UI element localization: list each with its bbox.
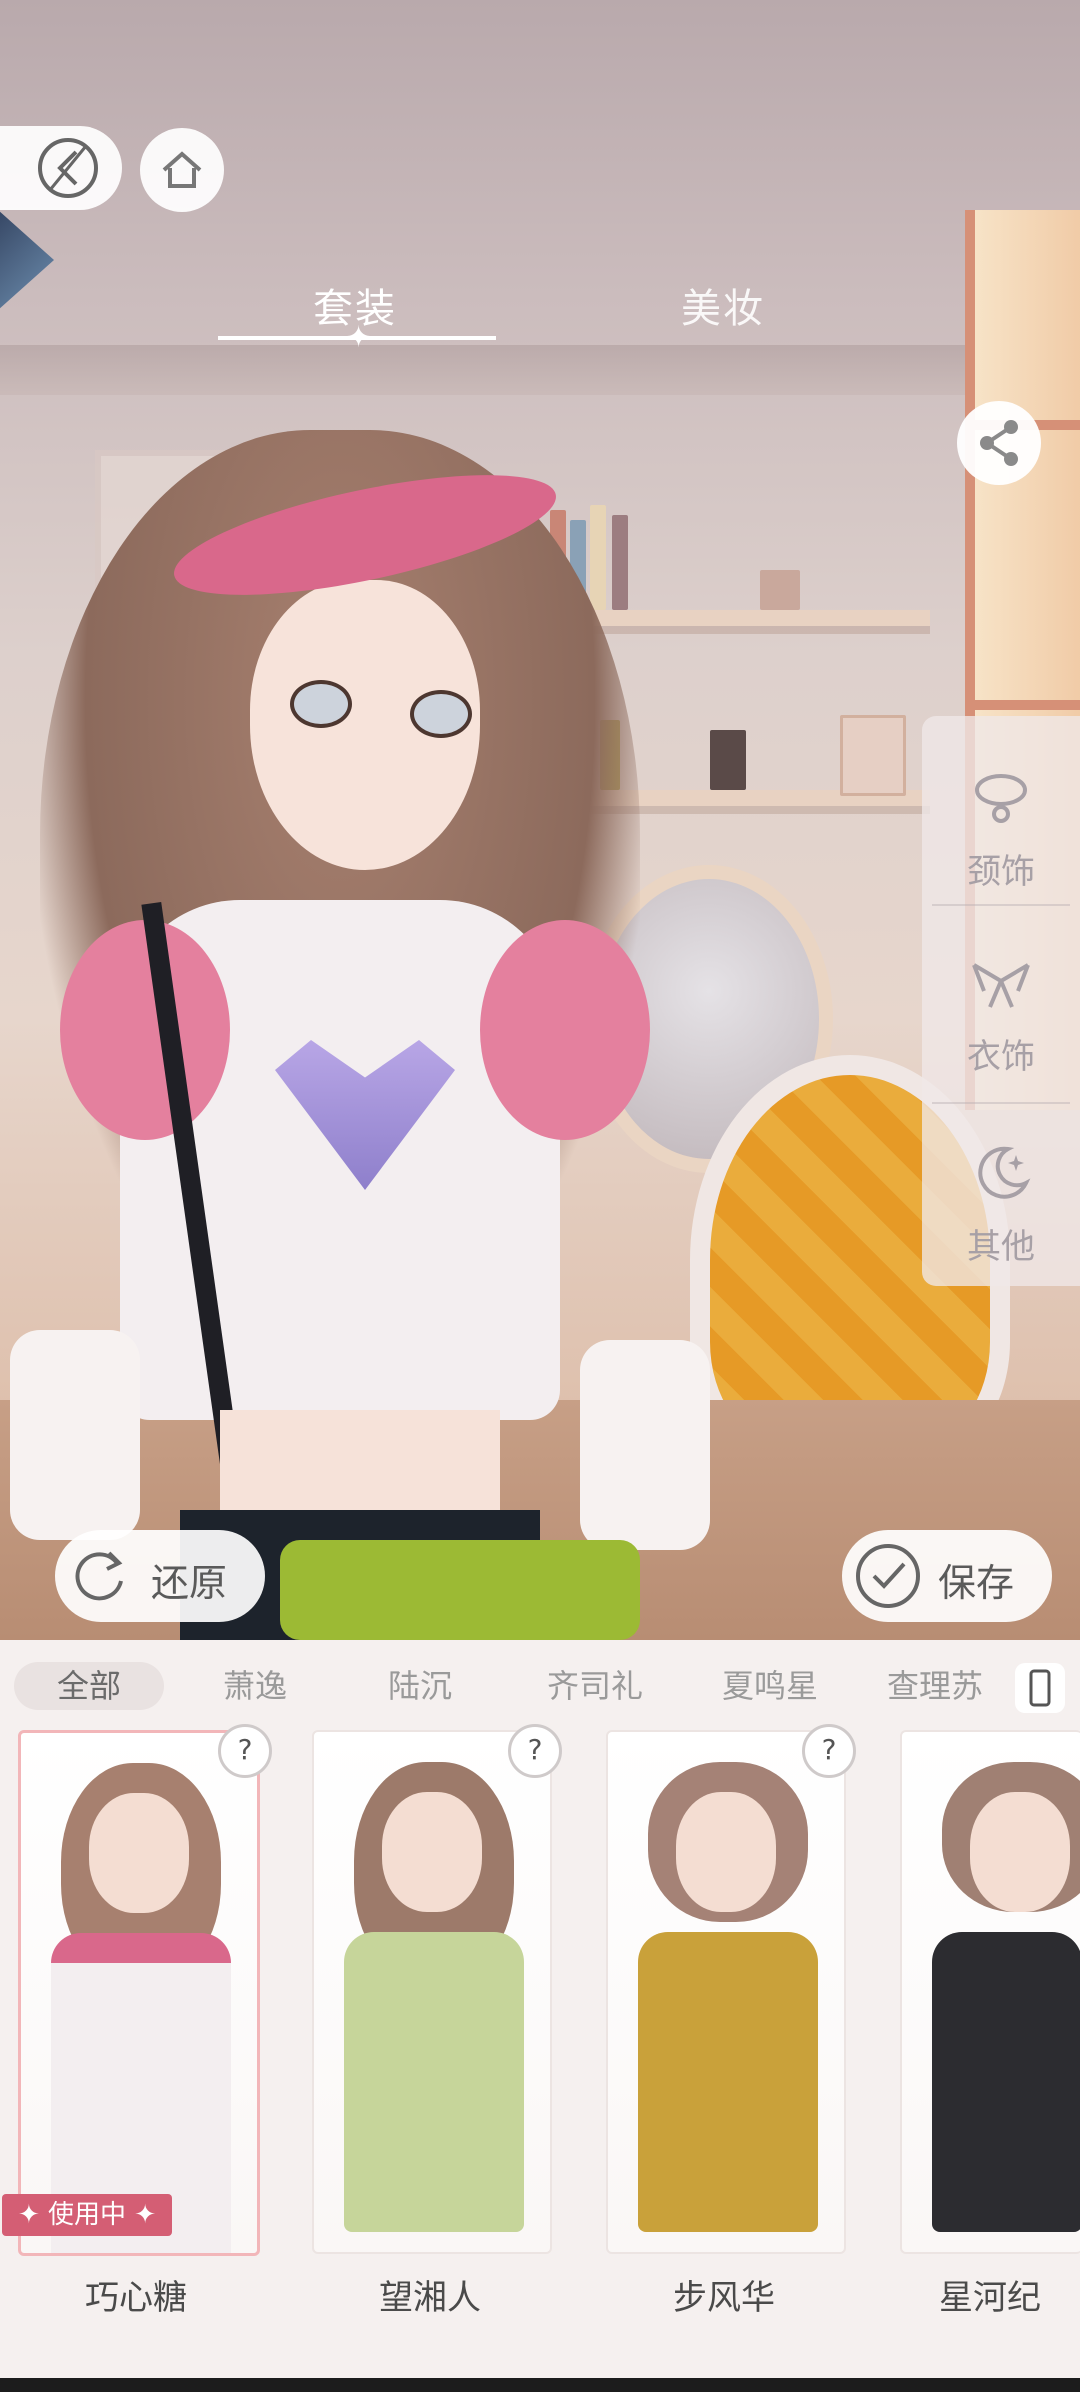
outfit-card[interactable]: ? [606, 1724, 856, 2254]
figurine [710, 730, 746, 790]
arm-warmer [10, 1330, 140, 1540]
character-preview-scene [0, 0, 1080, 1640]
in-use-badge: ✦ 使用中 ✦ [2, 2194, 172, 2236]
category-other[interactable]: 其他 [922, 1111, 1080, 1301]
character-illustration [10, 430, 710, 1640]
outfit-card[interactable]: ? [312, 1724, 562, 2254]
outfit-card-frame [606, 1730, 846, 2254]
phone-icon [1029, 1669, 1051, 1707]
figure-head [970, 1792, 1070, 1912]
category-label: 其他 [967, 1227, 1035, 1267]
green-belt [280, 1540, 640, 1640]
figure-head [382, 1792, 482, 1912]
check-circle-icon [856, 1544, 920, 1608]
help-badge[interactable]: ? [508, 1724, 562, 1778]
outfit-name: 星河纪 [939, 2278, 1041, 2318]
character-waist [220, 1410, 500, 1520]
share-button[interactable] [957, 401, 1041, 485]
character-eye [290, 680, 352, 728]
outfit-name: 巧心糖 [85, 2278, 187, 2318]
filter-chalisu[interactable]: 查理苏 [865, 1662, 1005, 1710]
home-button[interactable] [140, 128, 224, 212]
screen-bottom-edge [0, 2378, 1080, 2392]
restore-button[interactable]: 还原 [55, 1530, 265, 1622]
figure-head [89, 1793, 189, 1913]
character-filter-bar: 全部 萧逸 陆沉 齐司礼 夏鸣星 查理苏 [0, 1656, 1080, 1716]
category-label: 衣饰 [967, 1037, 1035, 1077]
refresh-icon [75, 1551, 123, 1601]
divider [932, 1102, 1070, 1104]
category-label: 颈饰 [967, 852, 1035, 892]
help-badge[interactable]: ? [218, 1724, 272, 1778]
accessory-category-panel: 颈饰 衣饰 其他 [922, 716, 1080, 1286]
figure-outfit [932, 1932, 1080, 2232]
jar [760, 570, 800, 610]
character-sleeve [480, 920, 650, 1140]
help-badge[interactable]: ? [802, 1724, 856, 1778]
character-eye [410, 690, 472, 738]
save-label: 保存 [938, 1561, 1015, 1605]
share-icon [980, 420, 1018, 466]
photo-frame [840, 715, 906, 796]
collar-icon [972, 963, 1030, 1008]
filter-luchen[interactable]: 陆沉 [355, 1662, 485, 1710]
figure-outfit [638, 1932, 818, 2232]
save-button[interactable]: 保存 [842, 1530, 1052, 1622]
outfit-card-frame [18, 1730, 260, 2256]
moon-star-icon [978, 1146, 1031, 1199]
outfit-card-frame [312, 1730, 552, 2254]
category-clothing-accessory[interactable]: 衣饰 [922, 921, 1080, 1111]
filter-xiamingxing[interactable]: 夏鸣星 [690, 1662, 850, 1710]
figure-head [676, 1792, 776, 1912]
filter-xiaoyi[interactable]: 萧逸 [190, 1662, 320, 1710]
outfit-card[interactable] [900, 1730, 1080, 2254]
divider [932, 904, 1070, 906]
ceiling-beam [0, 345, 1000, 395]
window-bar [965, 700, 1080, 710]
figure-outfit [344, 1932, 524, 2232]
filter-all[interactable]: 全部 [14, 1662, 164, 1710]
back-button[interactable] [0, 126, 122, 210]
outfit-card-frame [900, 1730, 1080, 2254]
necklace-icon [975, 774, 1027, 823]
arm-warmer [580, 1340, 710, 1550]
category-necklace[interactable]: 颈饰 [922, 736, 1080, 926]
back-icon [38, 138, 98, 198]
sparkle-icon: ✦ [346, 320, 372, 355]
restore-label: 还原 [151, 1561, 228, 1605]
tab-makeup[interactable]: 美妆 [668, 276, 778, 334]
outfit-name: 步风华 [673, 2278, 775, 2318]
filter-qisili[interactable]: 齐司礼 [520, 1662, 670, 1710]
outfit-name: 望湘人 [379, 2278, 481, 2318]
home-icon [162, 151, 202, 188]
character-sleeve [60, 920, 230, 1140]
outfit-card[interactable]: ? [18, 1724, 272, 2256]
phone-frame-button[interactable] [1015, 1663, 1065, 1713]
